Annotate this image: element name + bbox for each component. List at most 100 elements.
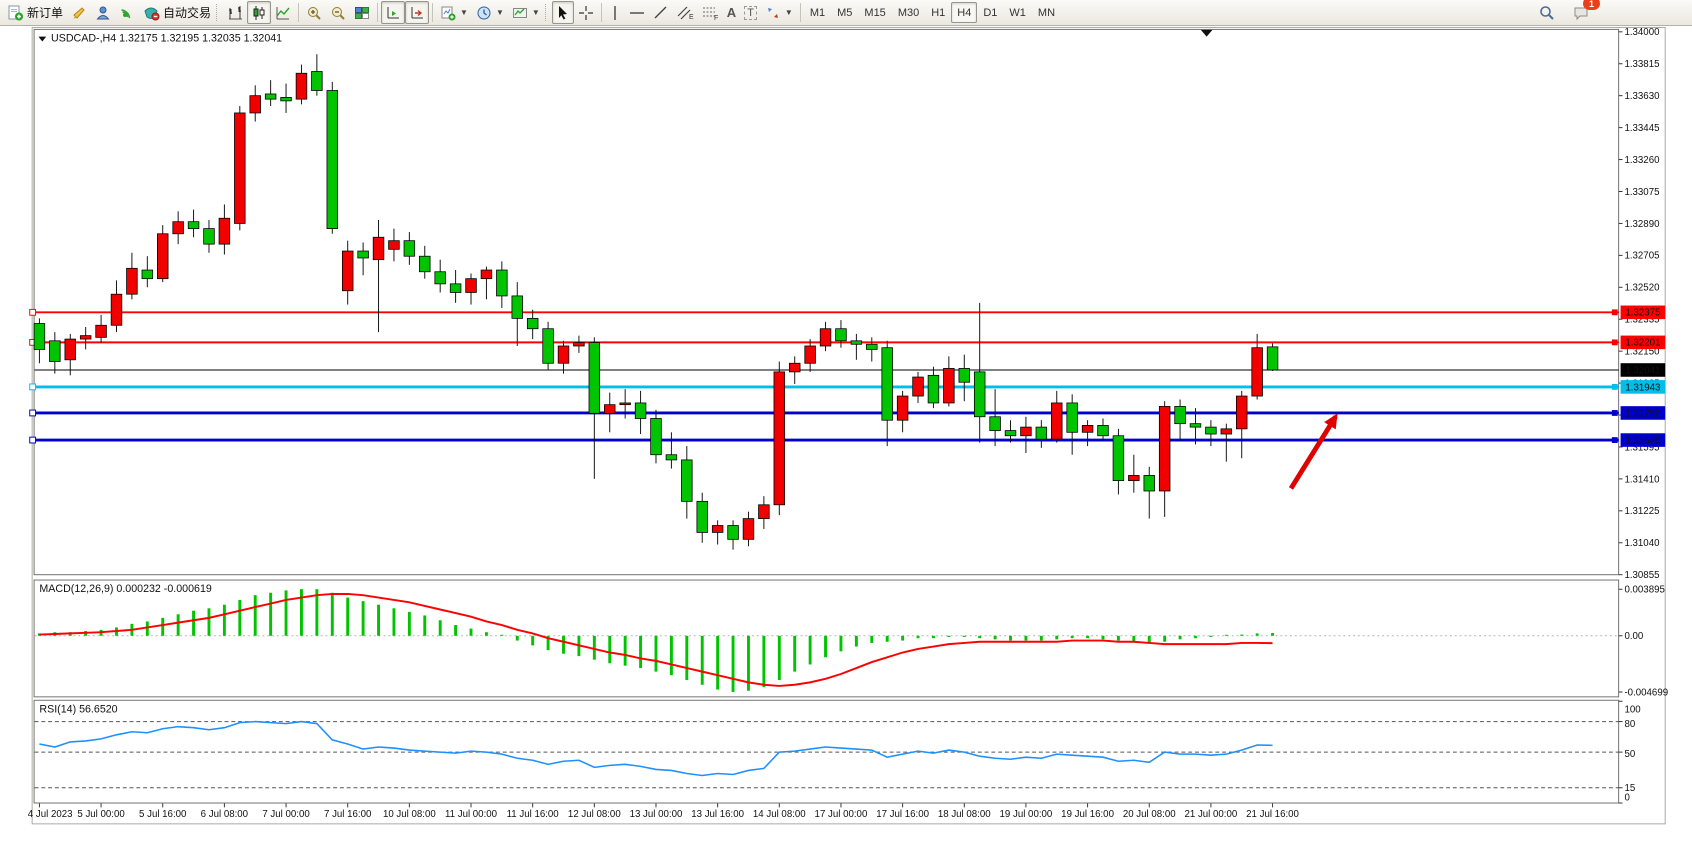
rsi-axis-label: 0: [1624, 793, 1630, 804]
candle-body: [1067, 403, 1078, 432]
hline-handle[interactable]: [30, 384, 36, 390]
candle-body: [188, 222, 199, 229]
candle-body: [928, 375, 939, 403]
auto-trading-button[interactable]: 自动交易: [139, 1, 215, 24]
candle-body: [419, 256, 430, 272]
arrows-button[interactable]: ▼: [761, 1, 797, 24]
chevron-down-icon: ▼: [460, 8, 468, 17]
chevron-down-icon: ▼: [496, 8, 504, 17]
cursor-button[interactable]: [552, 1, 574, 24]
candle-body: [1082, 425, 1093, 432]
candle-body: [974, 372, 985, 417]
candle-body: [312, 72, 323, 91]
signals-button[interactable]: [115, 1, 139, 24]
timeframe-button-m5[interactable]: M5: [831, 2, 858, 23]
equidistant-channel-button[interactable]: E: [673, 1, 698, 24]
time-axis-label: 6 Jul 08:00: [201, 809, 249, 820]
hline-handle[interactable]: [1612, 339, 1618, 345]
time-axis-label: 10 Jul 08:00: [383, 809, 436, 820]
time-axis-label: 7 Jul 00:00: [262, 809, 310, 820]
vertical-line-button[interactable]: [605, 1, 625, 24]
chart-window: 1.340001.338151.336301.334451.332601.330…: [0, 26, 1692, 851]
zoom-out-button[interactable]: [326, 1, 350, 24]
candle-body: [1190, 424, 1201, 427]
macd-axis-label: 0.00: [1624, 631, 1643, 642]
price-tag-label: 1.32375: [1625, 308, 1660, 319]
text-label-button[interactable]: T: [740, 1, 761, 24]
candle-body: [296, 73, 307, 99]
timeframe-button-m15[interactable]: M15: [858, 2, 891, 23]
candle-body: [1098, 425, 1109, 435]
candle-body: [219, 218, 230, 244]
notifications-button[interactable]: 1: [1569, 1, 1594, 24]
notification-badge: 1: [1583, 0, 1600, 10]
candle-body: [173, 222, 184, 234]
candle-body: [805, 346, 816, 363]
candle-body: [1113, 436, 1124, 481]
chart-title: USDCAD-,H4 1.32175 1.32195 1.32035 1.320…: [51, 33, 282, 45]
crosshair-button[interactable]: [574, 1, 598, 24]
timeframe-button-d1[interactable]: D1: [977, 2, 1003, 23]
timeframe-button-m1[interactable]: M1: [804, 2, 831, 23]
candle-body: [342, 251, 353, 291]
megaphone-icon: [71, 5, 87, 21]
time-axis-label: 13 Jul 16:00: [691, 809, 744, 820]
market-button[interactable]: [91, 1, 115, 24]
periods-button[interactable]: ▼: [472, 1, 508, 24]
candle-body: [204, 229, 215, 245]
candle-body: [897, 396, 908, 420]
candle-body: [527, 318, 538, 328]
timeframe-button-h4[interactable]: H4: [951, 2, 977, 23]
timeframe-button-w1[interactable]: W1: [1003, 2, 1032, 23]
macd-axis-label: -0.004699: [1624, 687, 1668, 698]
time-axis-label: 20 Jul 08:00: [1123, 809, 1176, 820]
auto-scroll-button[interactable]: [405, 1, 429, 24]
candle-body: [759, 505, 770, 519]
main-price-pane[interactable]: [34, 29, 1619, 574]
fibonacci-button[interactable]: F: [698, 1, 723, 24]
bar-chart-button[interactable]: [223, 1, 247, 24]
candle-body: [265, 94, 276, 99]
time-axis-label: 13 Jul 00:00: [630, 809, 683, 820]
rsi-axis-label: 100: [1624, 704, 1641, 715]
hline-handle[interactable]: [30, 437, 36, 443]
clock-icon: [476, 5, 492, 21]
tile-windows-button[interactable]: [350, 1, 374, 24]
new-order-button[interactable]: 新订单: [3, 1, 67, 24]
text-icon: A: [727, 5, 736, 20]
chart-shift-button[interactable]: [381, 1, 405, 24]
signal-icon: [119, 5, 135, 21]
line-chart-button[interactable]: [271, 1, 295, 24]
search-button[interactable]: [1535, 1, 1559, 24]
trendline-button[interactable]: [649, 1, 673, 24]
horizontal-line-button[interactable]: [625, 1, 649, 24]
candlestick-chart-icon: [251, 5, 267, 21]
zoom-in-button[interactable]: [302, 1, 326, 24]
new-chart-button[interactable]: ▼: [436, 1, 472, 24]
hline-handle[interactable]: [30, 410, 36, 416]
candlestick-chart-button[interactable]: [247, 1, 271, 24]
time-axis-label: 12 Jul 08:00: [568, 809, 621, 820]
channel-icon: E: [677, 5, 694, 21]
candle-body: [65, 339, 76, 360]
hline-handle[interactable]: [1612, 309, 1618, 315]
candle-body: [712, 526, 723, 533]
chart-shift-icon: [385, 5, 401, 21]
candle-body: [635, 403, 646, 419]
hline-handle[interactable]: [30, 309, 36, 315]
hline-handle[interactable]: [1612, 384, 1618, 390]
timeframe-button-h1[interactable]: H1: [925, 2, 951, 23]
candle-body: [1252, 348, 1263, 396]
timeframe-button-mn[interactable]: MN: [1032, 2, 1061, 23]
publisher-button[interactable]: [67, 1, 91, 24]
hline-handle[interactable]: [1612, 437, 1618, 443]
candle-body: [620, 403, 631, 405]
candle-body: [466, 279, 477, 293]
time-axis-label: 17 Jul 00:00: [815, 809, 868, 820]
text-button[interactable]: A: [723, 1, 740, 24]
hline-handle[interactable]: [1612, 410, 1618, 416]
indicators-button[interactable]: ▼: [508, 1, 544, 24]
timeframe-button-m30[interactable]: M30: [892, 2, 925, 23]
auto-trading-label: 自动交易: [163, 4, 211, 21]
price-axis-label: 1.34000: [1624, 27, 1660, 38]
